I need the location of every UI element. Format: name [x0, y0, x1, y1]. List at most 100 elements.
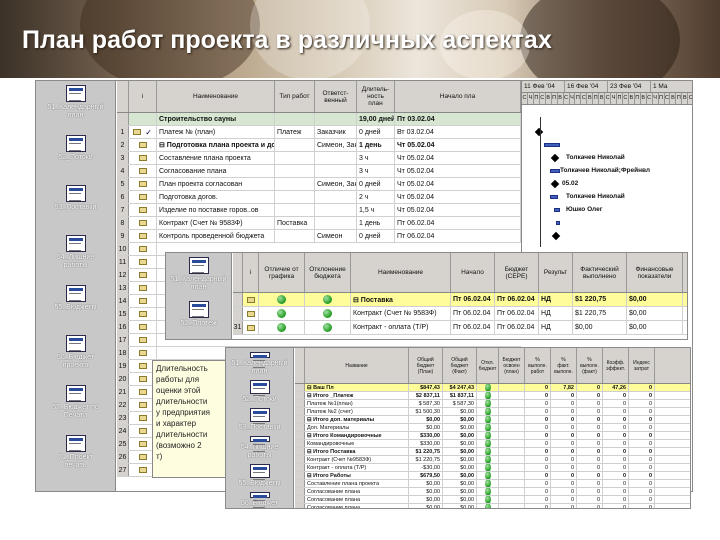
- task-name[interactable]: Составление плана проекта: [157, 152, 275, 164]
- task-responsible[interactable]: Заказчик: [315, 126, 357, 138]
- column-header[interactable]: Финансовые показатели: [627, 253, 683, 292]
- column-header[interactable]: Начало пла: [395, 81, 521, 112]
- cell-value[interactable]: 0: [525, 448, 551, 455]
- table-row[interactable]: Контракт (Счет № 9583Ф) Пт 06.02.04 Пт 06.…: [233, 307, 687, 321]
- task-type[interactable]: [275, 139, 315, 151]
- cell-value[interactable]: 0: [577, 408, 603, 415]
- cell-value[interactable]: $0,00: [443, 472, 477, 479]
- cell-value[interactable]: $0,00: [409, 416, 443, 423]
- cell-value[interactable]: $330,00: [409, 432, 443, 439]
- table-row[interactable]: Согласование плана $0,00 $0,00 0 0 0 0 0: [295, 504, 690, 508]
- task-duration[interactable]: 3 ч: [357, 165, 395, 177]
- table-row[interactable]: ⊟ Поставка Пт 06.02.04 Пт 06.02.04 НД $1 220…: [233, 293, 687, 307]
- cell-start[interactable]: Пт 06.02.04: [451, 321, 495, 334]
- task-type[interactable]: [275, 204, 315, 216]
- cell-result[interactable]: НД: [539, 321, 573, 334]
- cell-value[interactable]: 0: [577, 496, 603, 503]
- cell-value[interactable]: 0: [603, 400, 629, 407]
- task-type[interactable]: [275, 191, 315, 203]
- cell-value[interactable]: 0: [525, 408, 551, 415]
- cell-value[interactable]: $0,00: [443, 424, 477, 431]
- cell-value[interactable]: $847,43: [409, 384, 443, 391]
- cell-name[interactable]: ⊟ Ваш Пл: [305, 384, 409, 391]
- column-header[interactable]: Бюджет освоен (план): [499, 348, 525, 383]
- cell-act[interactable]: $1 220,75: [573, 307, 627, 320]
- cell-result[interactable]: НД: [539, 307, 573, 320]
- task-type[interactable]: [275, 230, 315, 242]
- task-name[interactable]: Контракт (Счет № 9583Ф): [157, 217, 275, 229]
- table-row[interactable]: ⊟ Итого _Платеж $2 837,11 $1 837,11 0 0 0 0 0: [295, 392, 690, 400]
- cell-value[interactable]: [499, 472, 525, 479]
- cell-value[interactable]: $ 587,30: [443, 400, 477, 407]
- task-type[interactable]: [275, 165, 315, 177]
- task-start[interactable]: Пт 06.02.04: [395, 217, 521, 229]
- column-header[interactable]: Бюджет (СЕРЕ): [495, 253, 539, 292]
- view-item[interactable]: 54_Лишние работы: [226, 432, 293, 460]
- cell-value[interactable]: 0: [577, 400, 603, 407]
- cell-value[interactable]: 0: [577, 472, 603, 479]
- cell-value[interactable]: 0: [551, 448, 577, 455]
- task-duration[interactable]: 0 дней: [357, 126, 395, 138]
- cell-value[interactable]: $0,00: [443, 456, 477, 463]
- cell-value[interactable]: 0: [525, 456, 551, 463]
- cell-value[interactable]: 0: [603, 432, 629, 439]
- cell-value[interactable]: $1 837,11: [443, 392, 477, 399]
- task-responsible[interactable]: Симеон: [315, 230, 357, 242]
- view-item[interactable]: 57_Бюджет по Печати: [36, 381, 115, 431]
- cell-name[interactable]: Платеж №1(план): [305, 400, 409, 407]
- cell-value[interactable]: [477, 504, 499, 508]
- cell-value[interactable]: -$30,00: [409, 464, 443, 471]
- cell-result[interactable]: НД: [539, 293, 573, 306]
- cell-value[interactable]: 0: [629, 432, 655, 439]
- cell-value[interactable]: 0: [629, 496, 655, 503]
- task-responsible[interactable]: [315, 152, 357, 164]
- cell-name[interactable]: ⊟ Итого доп. материалы: [305, 416, 409, 423]
- task-start[interactable]: Чт 05.02.04: [395, 152, 521, 164]
- table-row[interactable]: 7 Изделие по поставке горов..ов 1,5 ч Чт 05…: [117, 204, 521, 217]
- cell-value[interactable]: [477, 408, 499, 415]
- cell-value[interactable]: 0: [629, 472, 655, 479]
- task-start[interactable]: Пт 03.02.04: [395, 113, 521, 125]
- cell-value[interactable]: [499, 416, 525, 423]
- cell-value[interactable]: [477, 440, 499, 447]
- column-header[interactable]: Отличие от графика: [259, 253, 305, 292]
- cell-value[interactable]: 47,26: [603, 384, 629, 391]
- cell-value[interactable]: [477, 456, 499, 463]
- cell-value[interactable]: $1 220,75: [409, 456, 443, 463]
- view-item[interactable]: 52_Потоки: [36, 131, 115, 181]
- task-name[interactable]: Подготовка догов.: [157, 191, 275, 203]
- cell-value[interactable]: [499, 464, 525, 471]
- cell-value[interactable]: $0,00: [443, 448, 477, 455]
- column-header[interactable]: Коэфф. эффект.: [603, 348, 629, 383]
- cell-value[interactable]: 0: [551, 480, 577, 487]
- cell-value[interactable]: 0: [577, 440, 603, 447]
- view-item[interactable]: 51_Календарный план: [36, 81, 115, 131]
- cell-value[interactable]: 0: [629, 408, 655, 415]
- cell-value[interactable]: 0: [629, 464, 655, 471]
- cell-name[interactable]: Контракт (Счет № 9583Ф): [351, 307, 451, 320]
- cell-value[interactable]: $1 500,30: [409, 408, 443, 415]
- column-header[interactable]: Откл. бюджет: [477, 348, 499, 383]
- view-item[interactable]: 55_Бюджеты: [226, 460, 293, 488]
- cell-value[interactable]: [499, 432, 525, 439]
- cell-value[interactable]: 0: [577, 464, 603, 471]
- task-start[interactable]: Чт 05.02.04: [395, 191, 521, 203]
- task-name[interactable]: Контроль проведенной бюджета: [157, 230, 275, 242]
- cell-value[interactable]: [499, 384, 525, 391]
- cell-name[interactable]: ⊟ Итого Поставка: [305, 448, 409, 455]
- cell-value[interactable]: $0,00: [443, 464, 477, 471]
- table-row[interactable]: 31 Контракт - оплата (Т/Р) Пт 06.02.04 Пт 0…: [233, 321, 687, 335]
- view-item[interactable]: 56_Бюджет проекта: [36, 331, 115, 381]
- column-header[interactable]: Отклонение бюджета: [305, 253, 351, 292]
- cell-value[interactable]: 0: [525, 416, 551, 423]
- cell-fin[interactable]: $0,00: [627, 307, 683, 320]
- cell-value[interactable]: [477, 416, 499, 423]
- table-row[interactable]: 1 ✓ Платеж № (план) Платеж Заказчик 0 дней Вт …: [117, 126, 521, 139]
- task-duration[interactable]: 0 дней: [357, 178, 395, 190]
- task-duration[interactable]: 0 дней: [357, 230, 395, 242]
- task-name[interactable]: ⊟ Подготовка плана проекта и дог: [157, 139, 275, 151]
- table-row[interactable]: Командировочные $330,00 $0,00 0 0 0 0 0: [295, 440, 690, 448]
- cell-start[interactable]: Пт 06.02.04: [451, 293, 495, 306]
- cell-value[interactable]: [477, 424, 499, 431]
- cell-name[interactable]: Контракт (Счет №9583Ф): [305, 456, 409, 463]
